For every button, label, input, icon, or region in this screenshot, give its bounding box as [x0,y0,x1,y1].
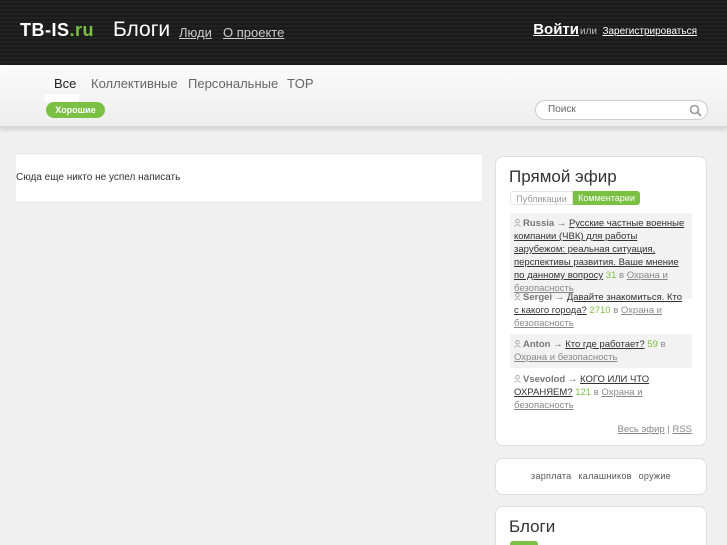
live-feed-card: Прямой эфир Публикации Комментарии Russi… [495,156,707,446]
in-text: в [613,305,619,316]
in-text: в [593,387,599,398]
sub-navigation: Все Коллективные Персональные TOP Хороши… [0,65,727,127]
tag-link[interactable]: зарплата [531,471,572,481]
blog-link[interactable]: Охрана и безопасность [514,352,617,363]
register-link[interactable]: Зарегистрироваться [602,26,697,37]
nav-about[interactable]: О проекте [223,25,284,40]
tab-collective[interactable]: Коллективные [91,76,178,91]
tab-comments[interactable]: Комментарии [573,191,640,205]
tag-link[interactable]: калашников [578,471,631,481]
search-icon[interactable] [689,104,702,117]
list-item: Vsevolod → КОГО ИЛИ ЧТО ОХРАНЯЕМ? 121 в … [510,369,692,416]
comment-author[interactable]: Sergei [523,292,552,303]
active-tab-indicator [45,94,79,102]
tab-top[interactable]: TOP [287,76,314,91]
search-input[interactable] [548,104,688,115]
comment-count: 59 [647,339,658,350]
comment-count: 121 [575,387,592,398]
all-live-link[interactable]: Весь эфир [617,424,664,435]
or-text: или [579,26,597,37]
comment-author[interactable]: Anton [523,339,550,350]
topic-link[interactable]: Кто где работает? [565,339,644,350]
tag-link[interactable]: оружие [639,471,671,481]
tag-cloud: зарплата калашников оружие [496,471,706,481]
blogs-card: Блоги [495,506,707,545]
list-item: Sergei → Давайте знакомиться. Кто с како… [510,287,692,334]
user-icon [514,293,521,301]
login-link[interactable]: Войти [533,21,579,38]
user-icon [514,219,521,227]
list-item: Anton → Кто где работает? 59 в Охрана и … [510,334,692,368]
top-header: TB-IS.ru Блоги Люди О проекте Войти или … [0,0,727,65]
tab-personal[interactable]: Персональные [188,76,278,91]
arrow: → [553,339,563,350]
live-feed-footer: Весь эфир | RSS [617,424,692,435]
blogs-tab[interactable] [510,541,538,545]
rss-link[interactable]: RSS [672,424,692,435]
empty-message: Сюда еще никто не успел написать [16,172,181,183]
arrow: → [556,218,567,229]
in-text: в [619,270,625,281]
comment-author[interactable]: Vsevolod [523,374,565,385]
live-feed-title: Прямой эфир [509,167,617,186]
tags-card: зарплата калашников оружие [495,458,707,495]
arrow: → [554,292,565,303]
arrow: → [567,374,578,385]
nav-people[interactable]: Люди [179,25,212,40]
topic-list: Сюда еще никто не успел написать [16,155,482,201]
search-box [535,100,708,120]
blogs-title: Блоги [509,517,556,536]
comment-count: 2710 [589,305,611,316]
site-logo[interactable]: TB-IS.ru [20,20,94,41]
nav-blogs[interactable]: Блоги [113,18,170,42]
footer-separator: | [667,424,670,435]
user-icon [514,375,521,383]
in-text: в [660,339,666,350]
comment-author[interactable]: Russia [523,218,554,229]
filter-good-button[interactable]: Хорошие [46,102,105,118]
tab-all[interactable]: Все [54,76,76,91]
comment-count: 31 [605,270,617,281]
tab-publications[interactable]: Публикации [510,191,573,205]
user-icon [514,340,521,348]
